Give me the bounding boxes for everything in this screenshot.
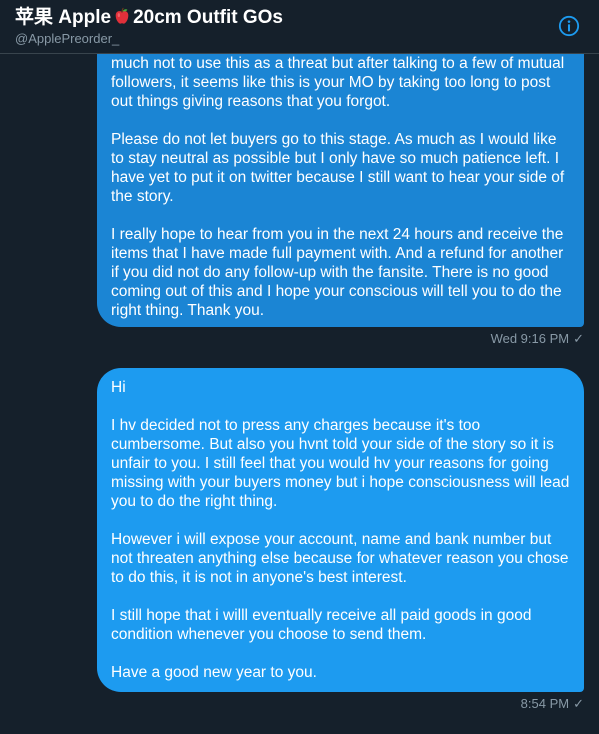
message-timestamp: 8:54 PM ✓ (521, 696, 584, 712)
message-thread[interactable]: much not to use this as a threat but aft… (0, 54, 599, 734)
message-paragraph: However i will expose your account, name… (111, 531, 573, 586)
message-paragraph: Please do not let buyers go to this stag… (111, 131, 569, 205)
sent-check-icon: ✓ (573, 331, 584, 346)
message-paragraph: I really hope to hear from you in the ne… (111, 226, 568, 319)
message-paragraph: I hv decided not to press any charges be… (111, 417, 574, 510)
message-paragraph: much not to use this as a threat but aft… (111, 55, 569, 110)
message-paragraph: Have a good new year to you. (111, 664, 317, 681)
timestamp-text: 8:54 PM (520, 696, 570, 711)
info-icon[interactable] (558, 15, 580, 37)
message-paragraph: I still hope that i willl eventually rec… (111, 607, 536, 643)
conversation-header: 苹果 Apple 20cm Outfit GOs @ApplePreorder_ (0, 0, 599, 54)
message-bubble[interactable]: Hi I hv decided not to press any charges… (97, 368, 584, 692)
title-prefix: 苹果 Apple (15, 7, 112, 28)
red-apple-emoji-icon (115, 7, 129, 24)
message-timestamp: Wed 9:16 PM ✓ (491, 331, 584, 347)
conversation-title[interactable]: 苹果 Apple 20cm Outfit GOs (15, 6, 283, 30)
message-paragraph: Hi (111, 379, 126, 396)
conversation-handle[interactable]: @ApplePreorder_ (15, 31, 119, 47)
sent-check-icon: ✓ (573, 696, 584, 711)
dm-conversation-window: 苹果 Apple 20cm Outfit GOs @ApplePreorder_… (0, 0, 599, 734)
timestamp-text: Wed 9:16 PM (490, 331, 570, 346)
title-suffix: 20cm Outfit GOs (133, 7, 283, 28)
message-bubble[interactable]: much not to use this as a threat but aft… (97, 54, 584, 327)
